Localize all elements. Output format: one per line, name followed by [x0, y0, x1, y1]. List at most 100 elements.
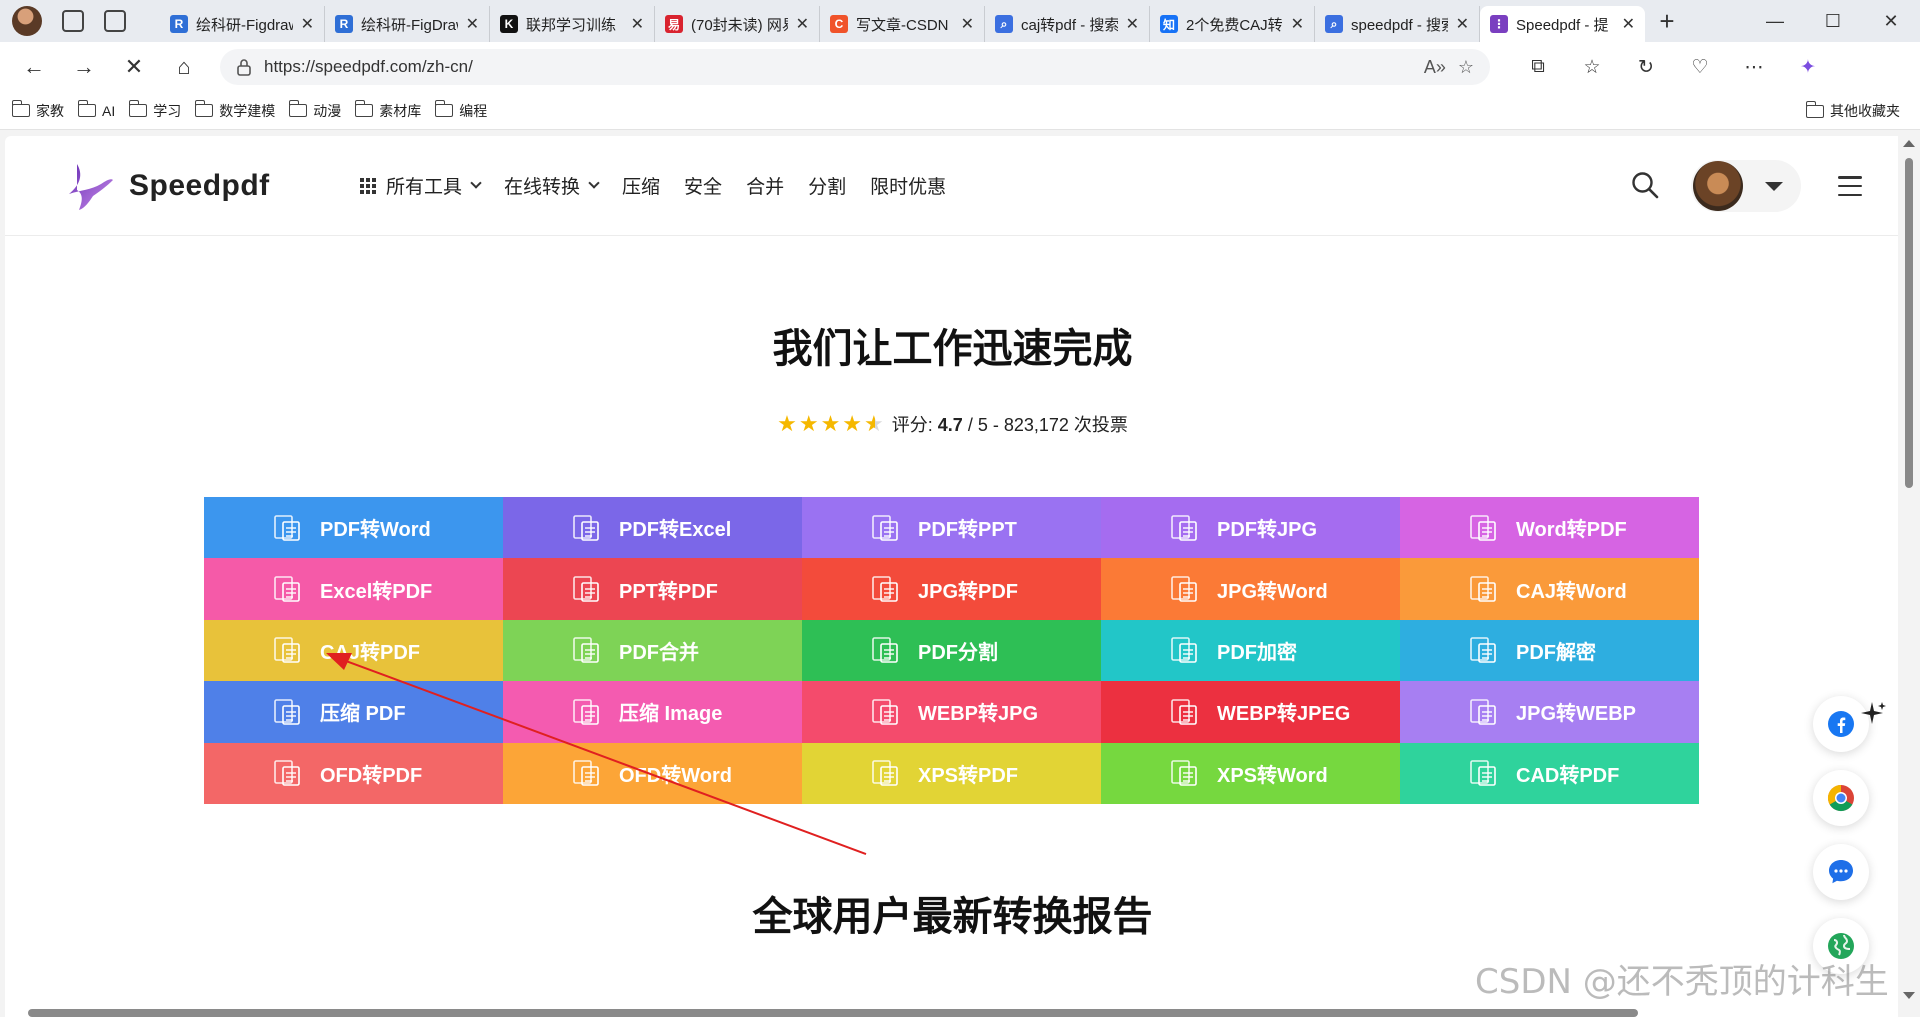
bookmark-folder[interactable]: 素材库 — [354, 100, 421, 121]
more-icon[interactable]: ⋯ — [1730, 47, 1778, 87]
nav-item[interactable]: 合并 — [746, 172, 784, 199]
nav-item[interactable]: 压缩 — [622, 172, 660, 199]
tool-tile[interactable]: CAJ转Word — [1400, 558, 1699, 620]
tool-tile[interactable]: Word转PDF — [1400, 497, 1699, 559]
tool-tile[interactable]: PDF转Excel — [503, 497, 802, 559]
bookmark-label: 编程 — [459, 102, 488, 119]
tool-tile[interactable]: XPS转Word — [1101, 742, 1400, 804]
other-bookmarks[interactable]: 其他收藏夹 — [1805, 92, 1900, 130]
stop-loading-button[interactable]: ✕ — [112, 47, 156, 87]
nav-item[interactable]: 安全 — [684, 172, 722, 199]
back-button[interactable]: ← — [12, 47, 56, 87]
nav-item[interactable]: 限时优惠 — [870, 172, 946, 199]
scroll-down-icon[interactable] — [1903, 992, 1915, 999]
avatar[interactable] — [1693, 161, 1743, 211]
tool-tile[interactable]: CAD转PDF — [1400, 742, 1699, 804]
search-icon[interactable] — [1630, 170, 1660, 200]
browser-tab[interactable]: 易 (70封未读) 网易 ✕ — [655, 6, 820, 42]
nav-item[interactable]: 分割 — [808, 172, 846, 199]
address-bar[interactable]: https://speedpdf.com/zh-cn/ A» ☆ — [220, 49, 1490, 85]
tool-tile[interactable]: WEBP转JPG — [802, 681, 1101, 743]
add-favorite-icon[interactable]: ☆ — [1458, 57, 1474, 78]
browser-tab[interactable]: ⌕ speedpdf - 搜索 ✕ — [1315, 6, 1480, 42]
close-tab-icon[interactable]: ✕ — [466, 14, 479, 34]
bookmark-folder[interactable]: 动漫 — [288, 100, 341, 121]
caret-down-icon[interactable] — [1765, 181, 1783, 191]
tool-tile[interactable]: JPG转WEBP — [1400, 681, 1699, 743]
tool-label: PDF转Word — [320, 519, 431, 542]
site-logo[interactable]: Speedpdf — [63, 160, 270, 212]
hamburger-menu-icon[interactable] — [1838, 176, 1862, 196]
close-tab-icon[interactable]: ✕ — [961, 14, 974, 34]
bookmark-folder[interactable]: 编程 — [434, 100, 488, 121]
tool-tile[interactable]: CAJ转PDF — [204, 619, 503, 682]
tool-tile[interactable]: PDF转Word — [204, 497, 503, 559]
browser-tab[interactable]: R 绘科研-FigDraw ✕ — [325, 6, 490, 42]
close-window-button[interactable]: ✕ — [1862, 0, 1920, 42]
tool-tile[interactable]: PPT转PDF — [503, 558, 802, 620]
close-tab-icon[interactable]: ✕ — [1126, 14, 1139, 34]
minimize-button[interactable]: — — [1746, 0, 1804, 42]
vertical-scrollbar[interactable] — [1898, 136, 1920, 1017]
horizontal-scrollbar[interactable] — [28, 1009, 1638, 1017]
tool-tile[interactable]: JPG转Word — [1101, 558, 1400, 620]
extensions-icon[interactable]: ⧉ — [1514, 47, 1562, 87]
scroll-up-icon[interactable] — [1903, 140, 1915, 147]
home-button[interactable]: ⌂ — [162, 47, 206, 87]
close-tab-icon[interactable]: ✕ — [1456, 14, 1469, 34]
tab-title: 2个免费CAJ转 — [1186, 16, 1283, 34]
tool-file-icon — [1171, 576, 1197, 602]
close-tab-icon[interactable]: ✕ — [631, 14, 644, 34]
close-tab-icon[interactable]: ✕ — [1291, 14, 1304, 34]
copilot-icon[interactable]: ✦ — [1784, 47, 1832, 87]
tool-tile[interactable]: PDF合并 — [503, 619, 802, 682]
star-icon: ★ — [777, 411, 797, 436]
forward-button[interactable]: → — [62, 47, 106, 87]
tool-tile[interactable]: WEBP转JPEG — [1101, 681, 1400, 743]
browser-tab[interactable]: ⌕ caj转pdf - 搜索 ✕ — [985, 6, 1150, 42]
close-tab-icon[interactable]: ✕ — [1622, 14, 1635, 34]
browser-tab[interactable]: 知 2个免费CAJ转 ✕ — [1150, 6, 1315, 42]
chrome-button[interactable] — [1813, 770, 1869, 826]
scrollbar-thumb[interactable] — [1905, 158, 1913, 488]
tool-tile[interactable]: PDF分割 — [802, 619, 1101, 682]
performance-icon[interactable]: ♡ — [1676, 47, 1724, 87]
new-tab-button[interactable]: + — [1645, 6, 1689, 37]
tool-tile[interactable]: PDF解密 — [1400, 619, 1699, 682]
browser-tab[interactable]: K 联邦学习训练 ✕ — [490, 6, 655, 42]
workspaces-icon[interactable] — [62, 10, 84, 32]
close-tab-icon[interactable]: ✕ — [301, 14, 314, 34]
nav-item[interactable]: 在线转换 — [504, 172, 600, 199]
bookmark-folder[interactable]: 家教 — [11, 100, 64, 121]
bookmark-folder[interactable]: AI — [77, 100, 115, 119]
url-text[interactable]: https://speedpdf.com/zh-cn/ — [264, 57, 1412, 77]
browser-tab[interactable]: ⋮ Speedpdf - 提 ✕ — [1480, 6, 1645, 42]
tool-tile[interactable]: PDF转PPT — [802, 497, 1101, 559]
tool-tile[interactable]: Excel转PDF — [204, 558, 503, 620]
profile-avatar-icon[interactable] — [12, 6, 42, 36]
tool-tile[interactable]: PDF加密 — [1101, 619, 1400, 682]
sparkle-icon[interactable] — [1860, 700, 1888, 728]
tool-tile[interactable]: 压缩 Image — [503, 681, 802, 743]
tool-tile[interactable]: OFD转PDF — [204, 742, 503, 804]
close-tab-icon[interactable]: ✕ — [796, 14, 809, 34]
folder-icon — [194, 100, 214, 117]
lock-icon[interactable] — [236, 58, 252, 76]
tool-tile[interactable]: OFD转Word — [503, 742, 802, 804]
read-aloud-icon[interactable]: A» — [1424, 57, 1446, 78]
maximize-button[interactable]: ☐ — [1804, 0, 1862, 42]
browser-tab[interactable]: R 绘科研-Figdraw ✕ — [160, 6, 325, 42]
browser-tab[interactable]: C 写文章-CSDN ✕ — [820, 6, 985, 42]
tool-tile[interactable]: PDF转JPG — [1101, 497, 1400, 559]
chat-button[interactable] — [1813, 844, 1869, 900]
history-icon[interactable]: ↻ — [1622, 47, 1670, 87]
tool-tile[interactable]: 压缩 PDF — [204, 681, 503, 743]
favorites-icon[interactable]: ☆ — [1568, 47, 1616, 87]
tool-tile[interactable]: XPS转PDF — [802, 742, 1101, 804]
tool-tile[interactable]: JPG转PDF — [802, 558, 1101, 620]
nav-item[interactable]: 所有工具 — [360, 172, 482, 199]
account-menu[interactable] — [1691, 160, 1801, 212]
bookmark-folder[interactable]: 数学建模 — [194, 100, 275, 121]
bookmark-folder[interactable]: 学习 — [128, 100, 181, 121]
tab-actions-icon[interactable] — [104, 10, 126, 32]
